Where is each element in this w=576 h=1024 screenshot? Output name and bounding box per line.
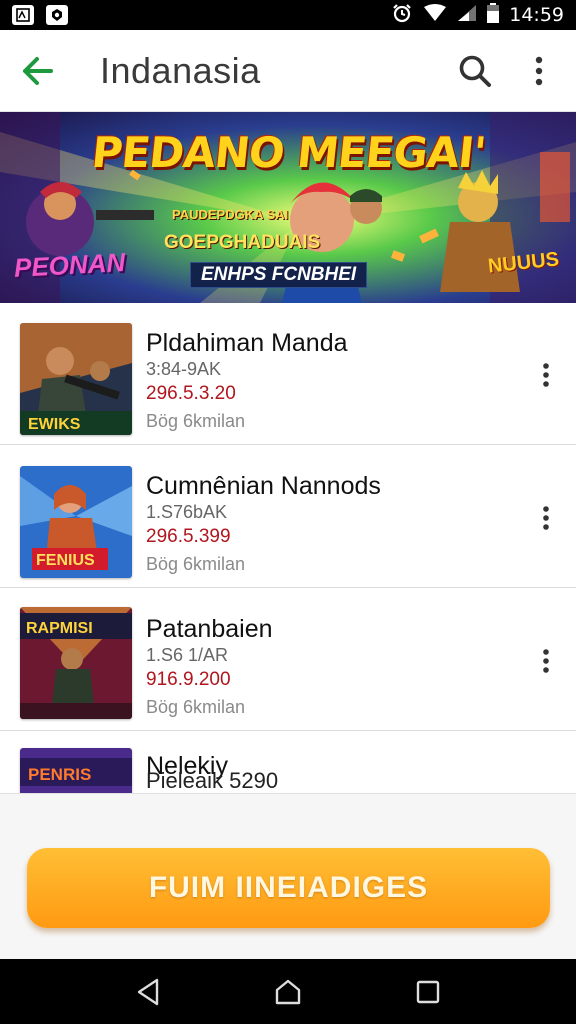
thumbnail-label: PENRIS <box>28 765 91 784</box>
game-title: Cumnênian Nannods <box>146 472 381 500</box>
signal-icon <box>457 4 477 27</box>
notification-shield-icon <box>46 5 68 25</box>
home-icon <box>275 979 301 1004</box>
banner-headline: PEDANO MEEGAI' <box>89 128 488 177</box>
primary-action-button[interactable]: FUIM IINEIADIGES <box>27 848 550 928</box>
game-price: 296.5.399 <box>146 526 231 547</box>
game-title: Patanbaien <box>146 615 273 643</box>
game-meta: Pieleaik 5290 <box>146 768 279 793</box>
thumbnail-label: FENIUS <box>36 552 95 569</box>
triangle-back-icon <box>137 978 159 1005</box>
list-item[interactable]: EWIKS Pldahiman Manda 3:84-9AK 296.5.3.2… <box>0 303 576 445</box>
game-thumbnail: PENRIS <box>20 748 132 793</box>
wifi-icon <box>423 3 447 27</box>
primary-action-label: FUIM IINEIADIGES <box>148 871 429 904</box>
more-vertical-icon <box>543 363 549 387</box>
nav-recents-button[interactable] <box>398 967 458 1017</box>
item-menu-button[interactable] <box>528 641 564 681</box>
banner-subtitle: PAUDEPDGKA SAI <box>172 207 289 222</box>
game-subtitle: Bög 6kmilan <box>146 554 246 574</box>
game-thumbnail: EWIKS <box>20 323 132 435</box>
back-button[interactable] <box>8 41 68 101</box>
game-subtitle: Bög 6kmilan <box>146 411 246 431</box>
more-vertical-icon <box>535 56 543 85</box>
app-bar: Indanasia <box>0 30 576 112</box>
item-menu-button[interactable] <box>528 498 564 538</box>
banner-logo-left: PEONAN <box>13 247 126 283</box>
item-menu-button[interactable] <box>528 355 564 395</box>
game-price: 916.9.200 <box>146 669 231 690</box>
notification-app-icon <box>12 5 34 25</box>
banner-subtitle-2: GOEPGHADUAIS <box>164 232 321 253</box>
nav-home-button[interactable] <box>258 967 318 1017</box>
app-screen: 14:59 Indanasia PEDANO MEEGAI' PAUDEPDGK… <box>0 0 576 1024</box>
list-item[interactable]: FENIUS Cumnênian Nannods 1.S76bAK 296.5.… <box>0 446 576 588</box>
game-price: 296.5.3.20 <box>146 383 236 404</box>
more-vertical-icon <box>543 506 549 530</box>
game-thumbnail: FENIUS <box>20 466 132 578</box>
page-title: Indanasia <box>100 49 261 91</box>
more-vertical-icon <box>543 649 549 673</box>
game-thumbnail: RAPMISI <box>20 607 132 719</box>
banner-tagline: ENHPS FCNBHEI <box>190 262 368 288</box>
game-subtitle: Bög 6kmilan <box>146 697 246 717</box>
game-list: EWIKS Pldahiman Manda 3:84-9AK 296.5.3.2… <box>0 303 576 793</box>
search-button[interactable] <box>450 46 500 96</box>
thumbnail-label: EWIKS <box>28 416 81 433</box>
square-recents-icon <box>416 980 440 1003</box>
overflow-menu-button[interactable] <box>514 46 564 96</box>
alarm-icon <box>391 3 413 28</box>
thumbnail-label: RAPMISI <box>26 620 93 637</box>
arrow-left-icon <box>23 56 53 85</box>
battery-icon <box>487 2 500 28</box>
game-meta: 3:84-9AK <box>146 359 222 379</box>
game-meta: 1.S76bAK <box>146 502 228 522</box>
nav-back-button[interactable] <box>118 967 178 1017</box>
game-meta: 1.S6 1/AR <box>146 645 229 665</box>
promo-banner[interactable]: PEDANO MEEGAI' PAUDEPDGKA SAI GOEPGHADUA… <box>0 112 576 303</box>
status-bar: 14:59 <box>0 0 576 30</box>
search-icon <box>459 55 491 87</box>
list-item[interactable]: RAPMISI Patanbaien 1.S6 1/AR 916.9.200 B… <box>0 589 576 731</box>
system-nav-bar <box>0 959 576 1024</box>
bottom-action-panel: FUIM IINEIADIGES <box>0 793 576 959</box>
list-item[interactable]: PENRIS Nelekiy Pieleaik 5290 <box>0 732 576 793</box>
status-time: 14:59 <box>509 4 564 26</box>
game-title: Pldahiman Manda <box>146 329 348 357</box>
